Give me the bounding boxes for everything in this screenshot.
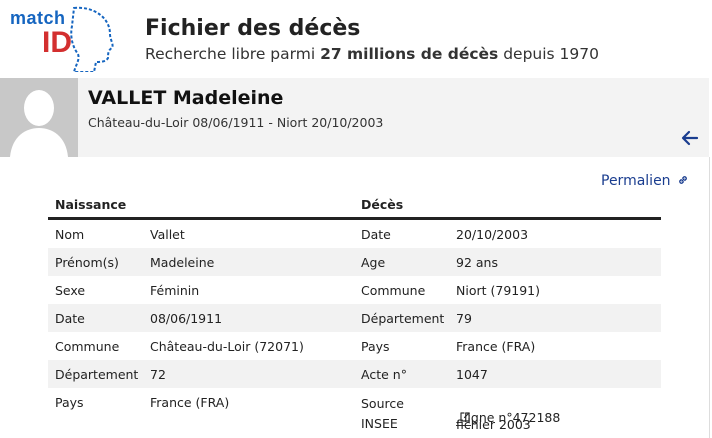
birth-label: Département [55,367,139,382]
table-row: Département 72 Acte n° 1047 [48,360,661,388]
death-value: 92 ans [456,255,498,270]
details-card: Permalien Naissance Décès Nom Vallet Dat… [0,157,710,438]
header-birth: Naissance [55,197,127,212]
person-name: VALLET Madeleine [88,87,284,109]
birth-value: Féminin [150,283,200,298]
table-row: Nom Vallet Date 20/10/2003 [48,220,661,248]
death-label: Date [361,227,391,242]
birth-value: 72 [150,367,166,382]
death-value: France (FRA) [456,339,536,354]
details-table: Naissance Décès Nom Vallet Date 20/10/20… [48,193,661,432]
subtitle-count: 27 millions de décès [320,45,499,63]
table-row: Pays France (FRA) Source INSEE fichier 2… [48,388,661,432]
permalink-link[interactable]: Permalien [601,173,689,189]
site-subtitle: Recherche libre parmi 27 millions de déc… [145,45,599,63]
birth-label: Pays [55,395,84,410]
profile-silhouette-icon [70,6,114,72]
person-banner: VALLET Madeleine Château-du-Loir 08/06/1… [0,78,709,157]
birth-label: Nom [55,227,85,242]
subtitle-text-end: depuis 1970 [498,45,600,63]
birth-value: France (FRA) [150,395,230,410]
birth-value: Vallet [150,227,185,242]
table-header: Naissance Décès [48,193,661,220]
table-row: Sexe Féminin Commune Niort (79191) [48,276,661,304]
birth-label: Prénom(s) [55,255,119,270]
subtitle-text: Recherche libre parmi [145,45,321,63]
site-title: Fichier des décès [145,16,361,41]
source-line-text: , ligne n°472188 [456,410,561,425]
permalink-label: Permalien [601,173,671,189]
death-label: Pays [361,339,390,354]
logo-id-text: ID [42,26,72,59]
avatar [0,78,78,157]
table-row: Date 08/06/1911 Département 79 [48,304,661,332]
birth-value: Madeleine [150,255,215,270]
back-button[interactable] [678,128,702,152]
death-value: Niort (79191) [456,283,541,298]
arrow-left-icon [681,130,699,146]
matchid-logo[interactable]: match ID [6,6,114,72]
person-silhouette-icon [0,78,78,157]
death-value: 79 [456,311,472,326]
death-label: Commune [361,283,426,298]
death-value: 1047 [456,367,488,382]
birth-value: Château-du-Loir (72071) [150,339,304,354]
death-label: Département [361,311,445,326]
link-icon [679,176,687,184]
person-summary: Château-du-Loir 08/06/1911 - Niort 20/10… [88,115,384,130]
table-row: Prénom(s) Madeleine Age 92 ans [48,248,661,276]
header-death: Décès [361,197,404,212]
death-label: Age [361,255,386,270]
birth-label: Commune [55,339,120,354]
birth-label: Date [55,311,85,326]
site-header: match ID Fichier des décès Recherche lib… [0,0,712,78]
birth-value: 08/06/1911 [150,311,223,326]
death-label: Source INSEE [361,396,404,431]
death-value: 20/10/2003 [456,227,529,242]
birth-label: Sexe [55,283,86,298]
death-label: Acte n° [361,367,407,382]
table-row: Commune Château-du-Loir (72071) Pays Fra… [48,332,661,360]
